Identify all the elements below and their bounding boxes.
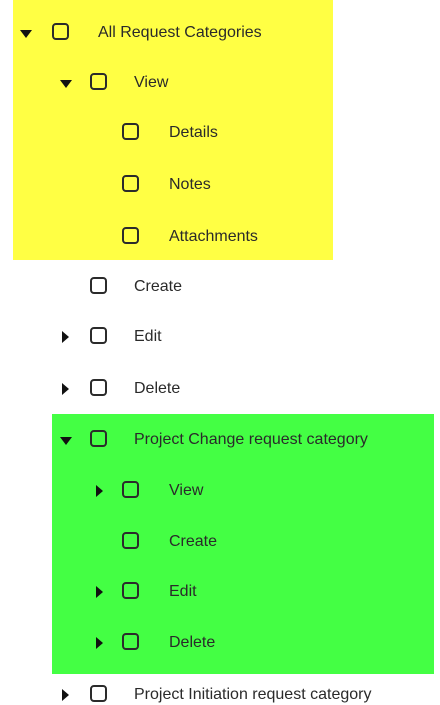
tree-item-label: Attachments xyxy=(169,228,258,245)
tree-item-delete[interactable]: Delete xyxy=(0,376,440,402)
tree-item-label: Delete xyxy=(134,380,181,397)
tree-item-details[interactable]: Details xyxy=(0,120,440,146)
checkbox[interactable] xyxy=(122,123,139,140)
checkbox[interactable] xyxy=(90,327,107,344)
tree-item-edit[interactable]: Edit xyxy=(0,324,440,350)
caret-down-icon[interactable] xyxy=(60,437,72,445)
tree-item-label: Notes xyxy=(169,176,211,193)
tree-item-view[interactable]: View xyxy=(0,478,440,504)
tree-item-label: Details xyxy=(169,124,218,141)
checkbox[interactable] xyxy=(122,227,139,244)
tree-item-delete[interactable]: Delete xyxy=(0,630,440,656)
tree-item-label: Edit xyxy=(169,583,197,600)
tree-item-attachments[interactable]: Attachments xyxy=(0,224,440,250)
checkbox[interactable] xyxy=(122,582,139,599)
checkbox[interactable] xyxy=(122,532,139,549)
checkbox[interactable] xyxy=(90,73,107,90)
caret-right-icon[interactable] xyxy=(62,383,69,395)
caret-down-icon[interactable] xyxy=(60,80,72,88)
checkbox[interactable] xyxy=(90,685,107,702)
tree-item-label: View xyxy=(134,74,169,91)
tree-item-all-request-categories[interactable]: All Request Categories xyxy=(0,20,440,46)
permission-tree: All Request Categories View Details Note… xyxy=(0,0,440,705)
tree-item-label: Edit xyxy=(134,328,162,345)
tree-item-project-change-request-category[interactable]: Project Change request category xyxy=(0,427,440,453)
tree-item-create[interactable]: Create xyxy=(0,529,440,555)
checkbox[interactable] xyxy=(90,379,107,396)
checkbox[interactable] xyxy=(90,430,107,447)
caret-right-icon[interactable] xyxy=(96,586,103,598)
tree-item-edit[interactable]: Edit xyxy=(0,579,440,605)
tree-item-label: Project Initiation request category xyxy=(134,686,372,703)
checkbox[interactable] xyxy=(122,175,139,192)
caret-right-icon[interactable] xyxy=(62,331,69,343)
tree-item-create[interactable]: Create xyxy=(0,274,440,300)
checkbox[interactable] xyxy=(122,481,139,498)
checkbox[interactable] xyxy=(122,633,139,650)
tree-item-label: View xyxy=(169,482,204,499)
checkbox[interactable] xyxy=(52,23,69,40)
tree-item-notes[interactable]: Notes xyxy=(0,172,440,198)
tree-item-label: Delete xyxy=(169,634,216,651)
tree-item-label: Project Change request category xyxy=(134,431,368,448)
tree-item-label: Create xyxy=(169,533,218,550)
caret-down-icon[interactable] xyxy=(20,30,32,38)
tree-item-view[interactable]: View xyxy=(0,70,440,96)
tree-item-label: Create xyxy=(134,278,183,295)
checkbox[interactable] xyxy=(90,277,107,294)
caret-right-icon[interactable] xyxy=(96,637,103,649)
caret-right-icon[interactable] xyxy=(96,485,103,497)
tree-item-project-initiation-request-category[interactable]: Project Initiation request category xyxy=(0,682,440,705)
caret-right-icon[interactable] xyxy=(62,689,69,701)
tree-item-label: All Request Categories xyxy=(98,24,262,41)
